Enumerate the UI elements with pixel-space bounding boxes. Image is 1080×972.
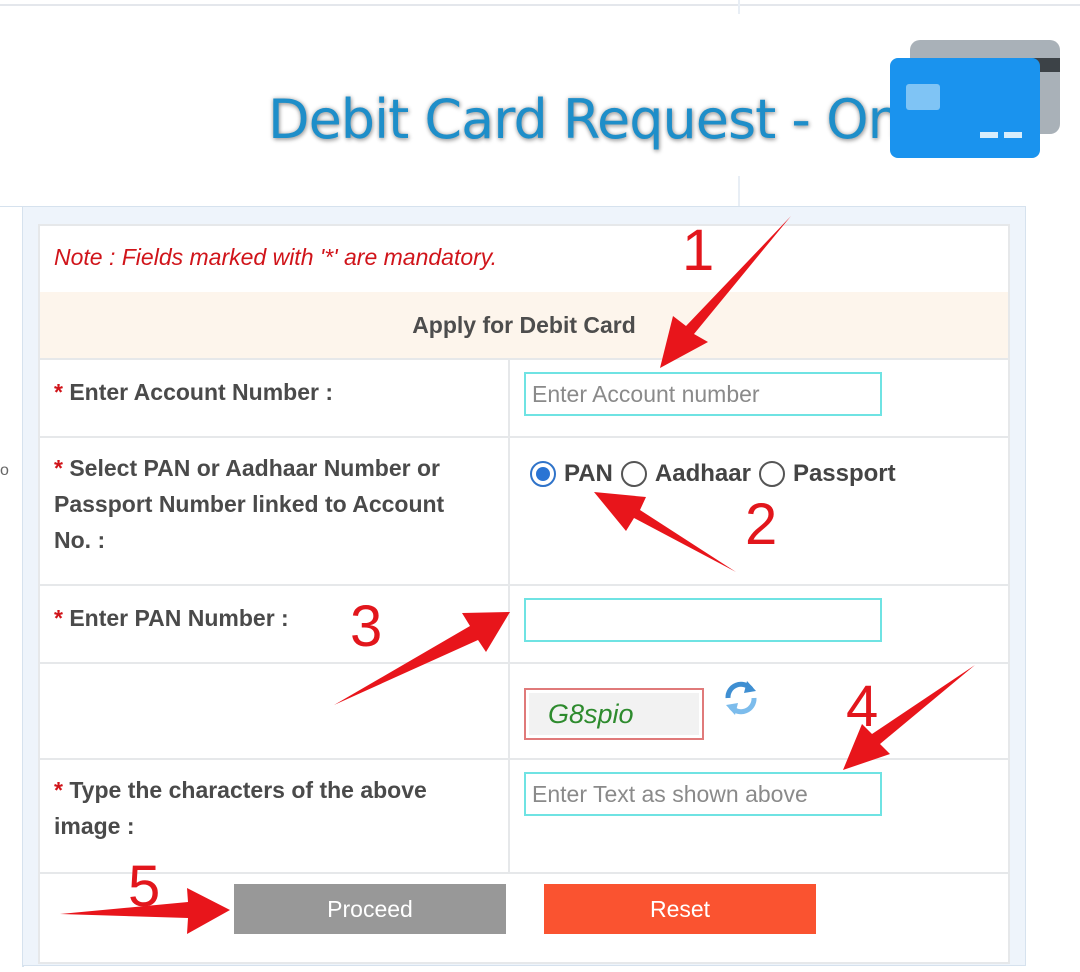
annotation-3: 3: [350, 594, 383, 659]
mandatory-note: Note : Fields marked with '*' are mandat…: [54, 244, 497, 270]
id-type-radio-group: PAN Aadhaar Passport: [530, 460, 904, 488]
refresh-icon[interactable]: [720, 678, 762, 718]
radio-aadhaar[interactable]: [620, 461, 647, 487]
side-panel-edge: [0, 206, 24, 967]
account-number-input[interactable]: [524, 372, 882, 416]
captcha-input-row: * Type the characters of the above image…: [40, 758, 1008, 874]
required-marker: *: [54, 455, 63, 481]
section-header-row: Apply for Debit Card: [40, 292, 1008, 360]
captcha-image: G8spio: [524, 688, 704, 740]
credit-card-icon: [890, 40, 1060, 158]
note-row: Note : Fields marked with '*' are mandat…: [40, 226, 1008, 294]
annotation-1: 1: [682, 218, 715, 283]
divider-line: [738, 176, 740, 208]
id-type-label: * Select PAN or Aadhaar Number or Passpo…: [54, 455, 445, 553]
annotation-5: 5: [128, 854, 161, 919]
proceed-button[interactable]: Proceed: [234, 884, 506, 934]
radio-pan-label[interactable]: PAN: [564, 460, 613, 488]
annotation-2: 2: [745, 492, 778, 557]
id-type-row: * Select PAN or Aadhaar Number or Passpo…: [40, 436, 1008, 586]
radio-pan[interactable]: [530, 461, 556, 487]
page-header: Debit Card Request - Online: [0, 6, 1080, 206]
radio-passport[interactable]: [758, 461, 785, 487]
account-number-label: * Enter Account Number :: [54, 379, 334, 405]
captcha-text-input[interactable]: [524, 772, 882, 816]
debit-card-form: Note : Fields marked with '*' are mandat…: [38, 224, 1010, 964]
account-number-row: * Enter Account Number :: [40, 358, 1008, 438]
pan-number-row: * Enter PAN Number :: [40, 584, 1008, 664]
annotation-4: 4: [846, 674, 879, 739]
required-marker: *: [54, 777, 63, 803]
column-divider: [508, 358, 510, 874]
radio-passport-label[interactable]: Passport: [793, 460, 896, 488]
section-title: Apply for Debit Card: [412, 312, 636, 338]
pan-number-input[interactable]: [524, 598, 882, 642]
captcha-input-label: * Type the characters of the above image…: [54, 777, 427, 839]
required-marker: *: [54, 605, 63, 631]
radio-aadhaar-label[interactable]: Aadhaar: [655, 460, 751, 488]
pan-number-label: * Enter PAN Number :: [54, 605, 289, 631]
buttons-row: Proceed Reset: [40, 872, 1008, 972]
divider-line: [738, 0, 740, 14]
required-marker: *: [54, 379, 63, 405]
partial-glyph: o: [0, 462, 9, 479]
reset-button[interactable]: Reset: [544, 884, 816, 934]
